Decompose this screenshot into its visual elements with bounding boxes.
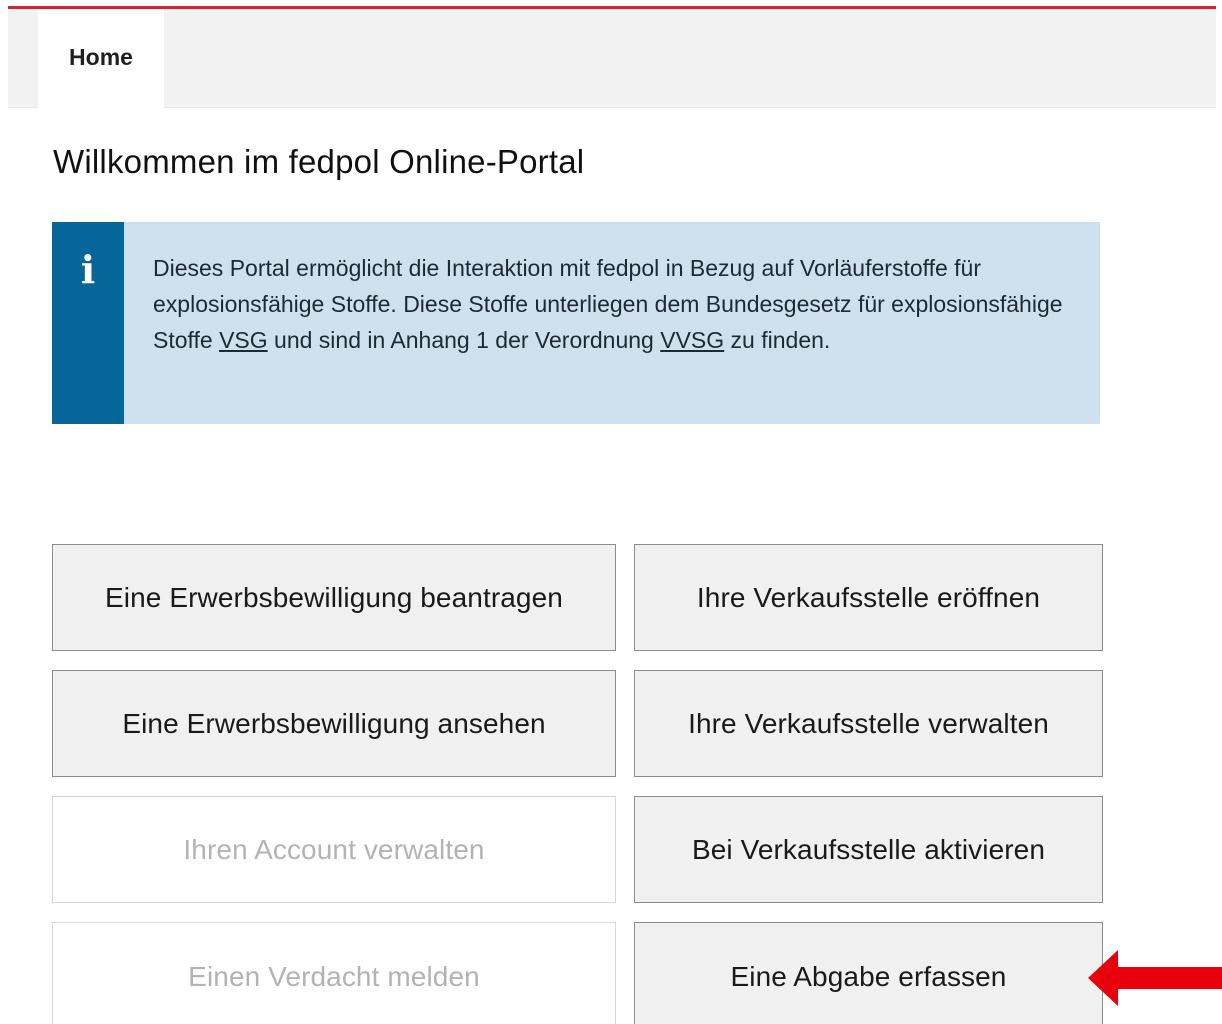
info-notice: i Dieses Portal ermöglicht die Interakti… [52,222,1100,424]
manage-sales-point-button[interactable]: Ihre Verkaufsstelle verwalten [634,670,1103,777]
vvsg-link[interactable]: VVSG [660,327,724,353]
report-suspicion-button: Einen Verdacht melden [52,922,616,1024]
info-text-middle: und sind in Anhang 1 der Verordnung [267,327,661,353]
info-icon: i [80,247,96,292]
open-sales-point-button[interactable]: Ihre Verkaufsstelle eröffnen [634,544,1103,651]
activate-at-sales-point-button[interactable]: Bei Verkaufsstelle aktivieren [634,796,1103,903]
info-text-end: zu finden. [724,327,831,353]
arrow-left-icon [1088,950,1222,1006]
request-permit-button[interactable]: Eine Erwerbsbewilligung beantragen [52,544,616,651]
vsg-link[interactable]: VSG [219,327,268,353]
manage-account-button: Ihren Account verwalten [52,796,616,903]
info-text: Dieses Portal ermöglicht die Interaktion… [153,250,1083,358]
view-permit-button[interactable]: Eine Erwerbsbewilligung ansehen [52,670,616,777]
info-strip: i [52,222,124,424]
main-navigation: Home [8,9,1216,108]
portal-page: Home Willkommen im fedpol Online-Portal … [0,0,1222,1024]
tab-home[interactable]: Home [38,9,164,108]
page-title: Willkommen im fedpol Online-Portal [53,143,585,180]
record-transaction-button[interactable]: Eine Abgabe erfassen [634,922,1103,1024]
